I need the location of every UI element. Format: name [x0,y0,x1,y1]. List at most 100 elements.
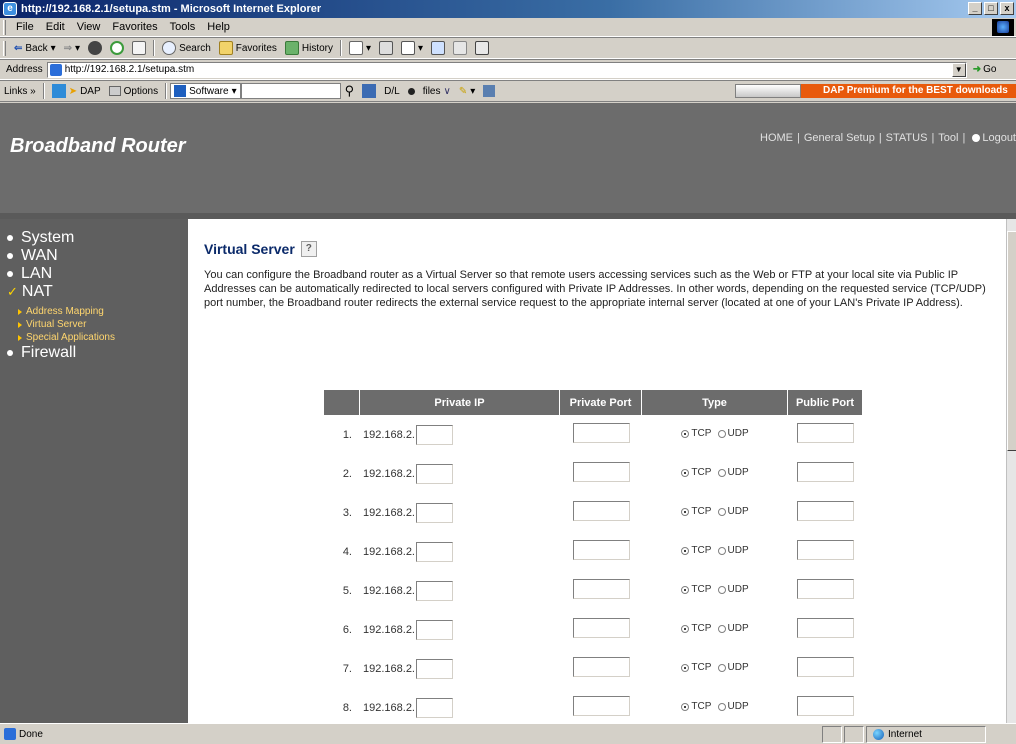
private-port-input[interactable] [572,657,630,677]
title-bar: e http://192.168.2.1/setupa.stm - Micros… [0,0,1016,18]
public-port-input[interactable] [796,540,854,560]
menu-file[interactable]: File [10,21,40,33]
private-ip-input[interactable] [416,541,453,562]
udp-radio[interactable]: UDP [717,623,749,634]
private-ip-input[interactable] [416,580,453,601]
sidebar-item-wan[interactable]: WAN [0,247,188,265]
private-ip-input[interactable] [416,502,453,523]
favorites-button[interactable]: Favorites [215,41,281,55]
nav-status[interactable]: STATUS [886,132,928,144]
nav-logout[interactable]: Logout [969,132,1016,144]
udp-radio[interactable]: UDP [717,701,749,712]
public-port-input[interactable] [796,696,854,716]
scrollbar-thumb[interactable] [1007,231,1016,451]
public-port-input[interactable] [796,423,854,443]
dap-button[interactable]: ➤ DAP [48,84,105,98]
dl-button[interactable]: D/L [380,86,404,97]
software-select[interactable]: Software ▾ [170,83,241,99]
history-button[interactable]: History [281,41,337,55]
grid-icon [362,84,377,98]
tcp-radio[interactable]: TCP [681,428,711,439]
private-port-input[interactable] [572,696,630,716]
tcp-radio[interactable]: TCP [681,701,711,712]
minimize-button[interactable]: _ [968,2,982,15]
udp-radio[interactable]: UDP [717,467,749,478]
search-button[interactable]: Search [158,41,215,55]
menu-view[interactable]: View [71,21,107,33]
files-button[interactable]: files ∨ [419,86,455,97]
private-ip-input[interactable] [416,424,453,445]
research-button[interactable] [471,41,493,55]
links-button[interactable]: Links » [0,86,40,97]
go-button[interactable]: ➜ Go [973,64,997,75]
tcp-radio[interactable]: TCP [681,506,711,517]
private-port-input[interactable] [572,579,630,599]
udp-radio[interactable]: UDP [717,584,749,595]
private-ip-input[interactable] [416,658,453,679]
private-ip-input[interactable] [416,463,453,484]
tcp-radio[interactable]: TCP [681,623,711,634]
sidebar-subitem-special-applications[interactable]: Special Applications [0,331,188,344]
dap-promo-bar[interactable]: DAP Premium for the BEST downloads [735,84,1016,98]
address-dropdown-icon[interactable]: ▼ [951,62,966,77]
home-button[interactable] [128,41,150,55]
highlight-button[interactable]: ✎ ▾ [455,86,479,97]
maximize-button[interactable]: □ [984,2,998,15]
tcp-radio[interactable]: TCP [681,467,711,478]
nav-general-setup[interactable]: General Setup [804,132,875,144]
private-port-input[interactable] [572,423,630,443]
tcp-radio[interactable]: TCP [681,545,711,556]
private-port-input[interactable] [572,540,630,560]
dap-search-input[interactable] [240,83,341,99]
mail-button[interactable]: ▾ [345,41,375,55]
menu-edit[interactable]: Edit [40,21,71,33]
page-title: Virtual Server ? [204,241,317,257]
menu-help[interactable]: Help [201,21,236,33]
private-ip-input[interactable] [416,619,453,640]
udp-radio[interactable]: UDP [717,662,749,673]
sidebar-item-lan[interactable]: LAN [0,265,188,283]
print-button[interactable] [375,41,397,55]
options-button[interactable]: Options [105,86,162,97]
nav-tool[interactable]: Tool [938,132,958,144]
udp-radio[interactable]: UDP [717,545,749,556]
save-page-button[interactable] [479,85,499,97]
menu-tools[interactable]: Tools [164,21,202,33]
nav-home[interactable]: HOME [760,132,793,144]
menu-favorites[interactable]: Favorites [106,21,163,33]
edit-button[interactable]: ▾ [397,41,427,55]
sidebar-subitem-virtual-server[interactable]: Virtual Server [0,318,188,331]
back-button[interactable]: ⇐ Back ▾ [10,43,60,54]
public-port-input[interactable] [796,657,854,677]
help-icon[interactable]: ? [300,241,317,257]
private-ip-input[interactable] [416,697,453,718]
udp-radio[interactable]: UDP [717,428,749,439]
sidebar-item-firewall[interactable]: Firewall [0,344,188,362]
private-port-input[interactable] [572,462,630,482]
toolbar-grip[interactable] [3,19,6,35]
private-port-input[interactable] [572,501,630,521]
dap-grid-button[interactable] [358,84,380,98]
public-port-input[interactable] [796,579,854,599]
sidebar-item-nat[interactable]: ✓ NAT [0,283,188,301]
forward-button[interactable]: ⇒ ▾ [60,43,84,54]
public-port-input[interactable] [796,462,854,482]
sidebar-item-system[interactable]: System [0,229,188,247]
private-port-input[interactable] [572,618,630,638]
record-button[interactable] [404,87,419,95]
discuss-button[interactable] [427,41,449,55]
close-button[interactable]: x [1000,2,1014,15]
ip-prefix: 192.168.2. [363,623,415,636]
sidebar-subitem-address-mapping[interactable]: Address Mapping [0,305,188,318]
dap-search-button[interactable]: ⚲ [341,83,359,99]
udp-radio[interactable]: UDP [717,506,749,517]
address-input[interactable]: http://192.168.2.1/setupa.stm ▼ [46,61,967,78]
tcp-radio[interactable]: TCP [681,584,711,595]
tcp-radio[interactable]: TCP [681,662,711,673]
public-port-input[interactable] [796,618,854,638]
messenger-button[interactable] [449,41,471,55]
refresh-button[interactable] [106,41,128,55]
stop-button[interactable] [84,41,106,55]
vertical-scrollbar[interactable] [1006,219,1016,723]
public-port-input[interactable] [796,501,854,521]
